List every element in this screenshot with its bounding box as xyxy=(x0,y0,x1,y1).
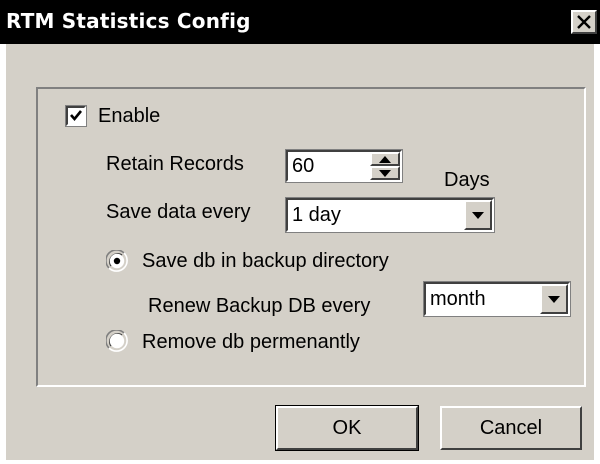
remove-db-label: Remove db permenantly xyxy=(142,331,360,353)
renew-backup-value: month xyxy=(430,288,486,310)
chevron-down-icon xyxy=(472,211,484,219)
retain-records-value: 60 xyxy=(292,155,315,177)
enable-label: Enable xyxy=(98,105,161,127)
save-db-backup-label: Save db in backup directory xyxy=(142,250,389,272)
enable-checkbox[interactable] xyxy=(65,105,87,127)
close-icon xyxy=(577,15,591,29)
renew-backup-dropdown-button[interactable] xyxy=(540,284,568,314)
renew-backup-label: Renew Backup DB every xyxy=(148,295,371,317)
retain-records-spin-down[interactable] xyxy=(370,166,400,180)
retain-records-spin-up[interactable] xyxy=(370,152,400,166)
days-unit-label: Days xyxy=(444,169,490,191)
close-button[interactable] xyxy=(571,10,597,34)
rtm-statistics-config-dialog: RTM Statistics Config Enable Retain Reco… xyxy=(0,0,600,464)
title-bar[interactable]: RTM Statistics Config xyxy=(0,0,600,44)
save-data-every-value: 1 day xyxy=(292,204,341,226)
save-data-every-dropdown-button[interactable] xyxy=(464,200,492,230)
save-data-every-select[interactable]: 1 day xyxy=(285,197,495,233)
window-title: RTM Statistics Config xyxy=(6,9,251,33)
chevron-down-icon xyxy=(548,295,560,303)
spin-down-icon xyxy=(379,169,391,177)
checkmark-icon xyxy=(70,110,83,122)
cancel-button[interactable]: Cancel xyxy=(440,406,582,450)
retain-records-label: Retain Records xyxy=(106,153,244,175)
ok-button-label: OK xyxy=(332,416,362,439)
ok-button[interactable]: OK xyxy=(275,405,419,451)
spin-up-icon xyxy=(379,155,391,163)
remove-db-radio[interactable] xyxy=(106,330,128,352)
save-data-every-label: Save data every xyxy=(106,201,251,223)
save-db-backup-radio[interactable] xyxy=(106,250,128,272)
cancel-button-label: Cancel xyxy=(479,416,543,439)
dialog-body: Enable Retain Records 60 Days Save data … xyxy=(6,44,594,460)
